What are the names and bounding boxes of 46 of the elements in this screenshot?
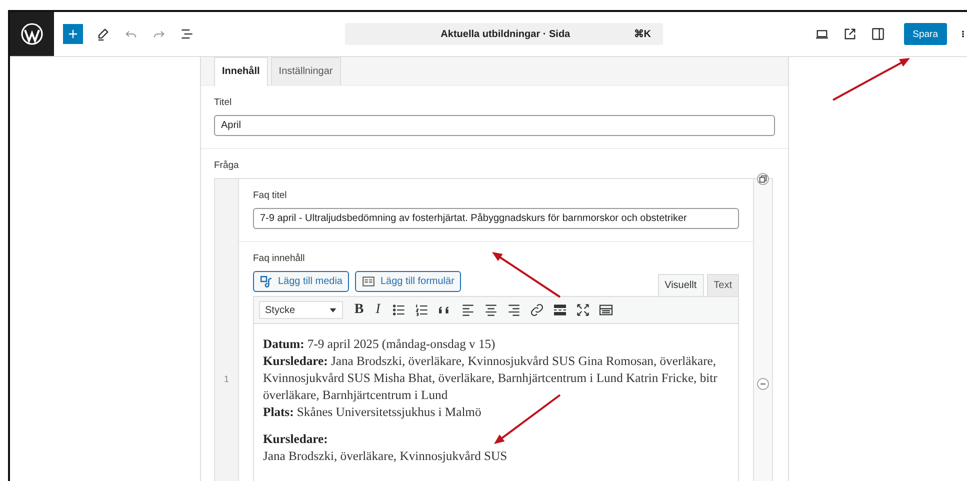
read-more-icon[interactable] — [552, 302, 568, 318]
tab[interactable]: Inställningar — [270, 57, 341, 85]
sidebar-icon[interactable] — [870, 26, 886, 42]
tab[interactable]: Innehåll — [214, 57, 268, 86]
caret-icon — [329, 306, 337, 314]
add-block-button[interactable] — [63, 24, 83, 44]
add-media-button[interactable]: Lägg till media — [253, 271, 350, 292]
field-label: Faq titel — [253, 190, 288, 201]
align-right-icon[interactable] — [506, 302, 522, 318]
remove-row-icon[interactable] — [757, 378, 769, 390]
numbered-list-icon[interactable] — [414, 302, 430, 318]
align-left-icon[interactable] — [460, 302, 476, 318]
link-icon[interactable] — [529, 302, 545, 318]
format-select[interactable]: Stycke — [259, 301, 343, 319]
site-logo-icon[interactable] — [10, 12, 54, 56]
editor-line: Jana Brodszki, överläkare, Kvinnosjukvård SUS — [263, 448, 508, 465]
page-title: Aktuella utbildningar · Sida — [440, 28, 572, 40]
keyboard-icon[interactable] — [598, 302, 614, 318]
row-number: 1 — [224, 374, 229, 384]
field-label: Fråga — [214, 160, 240, 171]
form-icon — [362, 275, 376, 288]
editor-tab[interactable]: Text — [706, 274, 739, 296]
media-icon — [260, 275, 273, 288]
annotation-arrow — [492, 252, 561, 298]
bullet-list-icon[interactable] — [391, 302, 407, 318]
fullscreen-icon[interactable] — [575, 302, 591, 318]
editor-line: Datum: 7-9 april 2025 (måndag-onsdag v 15) — [263, 336, 496, 353]
field-label: Titel — [214, 97, 233, 108]
editor-tab[interactable]: Visuellt — [658, 274, 704, 296]
faq-title-input[interactable]: 7-9 april - Ultraljudsbedömning av fosterhjärtat. Påbyggnadskurs för barnmorskor och obstetriker — [253, 208, 739, 229]
shortcut-label: ⌘K — [634, 28, 651, 40]
editor-line: Kursledare: Jana Brodszki, överläkare, Kvinnosjukvård SUS Gina Romosan, överläkare, Kvinnosjukvård SUS Misha Bhat, överläkare, Barnhjärtcentrum i Lund Katrin Fricke, bitr överläkare, Barnhjärtcentrum i Lund — [263, 353, 718, 404]
annotation-arrow — [494, 394, 561, 444]
duplicate-icon[interactable] — [757, 173, 769, 185]
save-button[interactable]: Spara — [904, 23, 947, 45]
editor-line: Plats: Skånes Universitetssjukhus i Malmö — [263, 404, 482, 421]
title-input[interactable]: April — [214, 115, 775, 136]
field-label: Faq innehåll — [253, 253, 306, 264]
more-options-icon[interactable] — [959, 30, 967, 38]
plus-icon — [66, 27, 80, 41]
align-center-icon[interactable] — [483, 302, 499, 318]
bold-button[interactable]: B — [353, 302, 365, 318]
editor-line: Kursledare: — [263, 431, 329, 448]
italic-button[interactable]: I — [372, 302, 384, 318]
add-form-button[interactable]: Lägg till formulär — [355, 271, 462, 292]
command-bar[interactable]: Aktuella utbildningar · Sida ⌘K — [345, 23, 663, 45]
